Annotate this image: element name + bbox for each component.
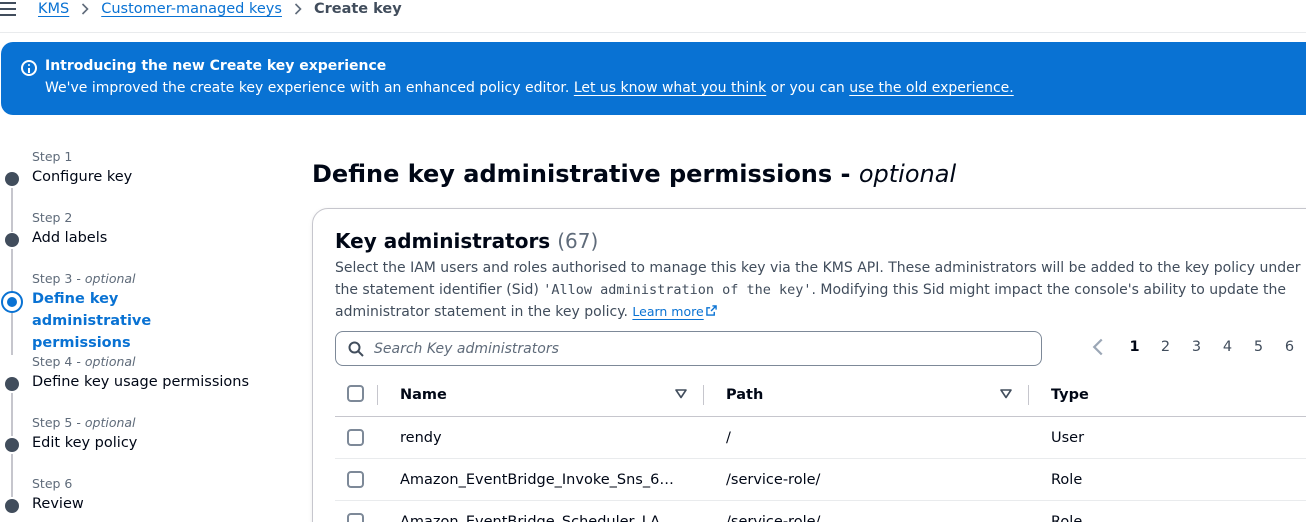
column-header-type[interactable]: Type (1051, 373, 1251, 417)
row-checkbox[interactable] (347, 429, 364, 446)
row-type: User (1051, 430, 1085, 446)
row-path: /service-role/ (726, 472, 821, 488)
step-3[interactable]: Step 3 - optional Define key administrat… (0, 270, 230, 354)
breadcrumb-kms[interactable]: KMS (38, 1, 69, 17)
step-1[interactable]: Step 1 Configure key (0, 148, 132, 188)
flash-body: We've improved the create key experience… (45, 80, 1014, 96)
key-administrators-title: Key administrators (335, 229, 551, 253)
step-1-label: Step 1 (32, 149, 73, 164)
step-3-active-indicator (1, 291, 23, 313)
step-3-optional: optional (84, 271, 136, 286)
feedback-link[interactable]: Let us know what you think (574, 80, 766, 96)
external-link-icon[interactable] (705, 305, 717, 316)
key-administrators-table: Name Path Type rendy / User Amazon_Event… (335, 373, 1306, 522)
row-name: rendy (400, 430, 442, 446)
page-title-text: Define key administrative permissions - (312, 160, 859, 188)
select-all-checkbox[interactable] (347, 385, 364, 402)
search-key-administrators-input[interactable] (374, 332, 1024, 365)
row-checkbox[interactable] (347, 471, 364, 488)
key-administrators-heading: Key administrators (67) (335, 229, 598, 253)
step-3-name[interactable]: Define key administrative permissions (32, 288, 230, 354)
step-3-label: Step 3 - (32, 271, 85, 286)
row-checkbox[interactable] (347, 513, 364, 522)
page-4-button[interactable]: 4 (1212, 339, 1243, 355)
row-name: Amazon_EventBridge_Scheduler_LAM… (400, 514, 680, 522)
step-6-label: Step 6 (32, 476, 73, 491)
row-path: /service-role/ (726, 514, 821, 522)
sort-icon[interactable] (1000, 389, 1012, 399)
step-1-indicator (5, 172, 19, 186)
step-4-name[interactable]: Define key usage permissions (32, 371, 249, 393)
page-3-button[interactable]: 3 (1181, 339, 1212, 355)
step-5[interactable]: Step 5 - optional Edit key policy (0, 414, 137, 454)
row-path: / (726, 430, 731, 446)
page-1-button[interactable]: 1 (1119, 339, 1150, 355)
row-name: Amazon_EventBridge_Invoke_Sns_64… (400, 472, 680, 488)
top-navigation-bar: KMS Customer-managed keys Create key (0, 0, 1306, 33)
search-box (335, 331, 1042, 366)
learn-more-link[interactable]: Learn more (632, 304, 703, 319)
old-experience-link[interactable]: use the old experience. (849, 80, 1014, 96)
menu-icon[interactable] (0, 2, 16, 16)
search-icon (348, 341, 364, 357)
step-1-name[interactable]: Configure key (32, 166, 132, 188)
step-6-indicator (5, 499, 19, 513)
sort-icon[interactable] (675, 389, 687, 399)
column-header-path[interactable]: Path (726, 373, 1006, 417)
column-header-name[interactable]: Name (400, 373, 680, 417)
flash-body-middle: or you can (770, 80, 845, 96)
sid-code: 'Allow administration of the key' (543, 282, 812, 298)
breadcrumb: KMS Customer-managed keys Create key (38, 1, 402, 17)
chevron-right-icon (294, 3, 302, 15)
page-title-optional: optional (858, 160, 957, 188)
info-flash-banner: Introducing the new Create key experienc… (1, 42, 1306, 115)
page-6-button[interactable]: 6 (1274, 339, 1305, 355)
page-title: Define key administrative permissions - … (312, 160, 956, 188)
breadcrumb-customer-managed-keys[interactable]: Customer-managed keys (101, 1, 282, 17)
page-5-button[interactable]: 5 (1243, 339, 1274, 355)
key-administrators-count: (67) (557, 229, 599, 253)
step-2-indicator (5, 233, 19, 247)
column-divider[interactable] (703, 385, 704, 405)
step-2-label: Step 2 (32, 210, 73, 225)
table-row[interactable]: Amazon_EventBridge_Invoke_Sns_64… /servi… (335, 459, 1306, 501)
flash-body-text: We've improved the create key experience… (45, 80, 570, 96)
chevron-left-icon[interactable] (1091, 337, 1105, 357)
step-4-optional: optional (84, 354, 136, 369)
table-row[interactable]: rendy / User (335, 417, 1306, 459)
breadcrumb-current: Create key (313, 1, 402, 17)
flash-title: Introducing the new Create key experienc… (45, 58, 387, 74)
key-administrators-description: Select the IAM users and roles authorise… (335, 257, 1306, 323)
column-divider[interactable] (1028, 385, 1029, 405)
step-4-label: Step 4 - (32, 354, 85, 369)
step-6-name[interactable]: Review (32, 493, 84, 515)
step-5-label: Step 5 - (32, 415, 85, 430)
chevron-right-icon (82, 3, 89, 15)
step-4[interactable]: Step 4 - optional Define key usage permi… (0, 353, 249, 393)
info-icon (21, 60, 37, 76)
row-type: Role (1051, 472, 1083, 488)
pagination: 1 2 3 4 5 6 (1091, 337, 1305, 357)
step-5-indicator (5, 438, 19, 452)
step-4-indicator (5, 377, 19, 391)
step-2-name[interactable]: Add labels (32, 227, 107, 249)
table-row[interactable]: Amazon_EventBridge_Scheduler_LAM… /servi… (335, 501, 1306, 522)
table-header: Name Path Type (335, 373, 1306, 417)
column-divider (377, 385, 378, 405)
step-5-optional: optional (84, 415, 136, 430)
row-type: Role (1051, 514, 1083, 522)
key-administrators-container: Key administrators (67) Select the IAM u… (312, 208, 1306, 522)
page-2-button[interactable]: 2 (1150, 339, 1181, 355)
step-5-name[interactable]: Edit key policy (32, 432, 137, 454)
